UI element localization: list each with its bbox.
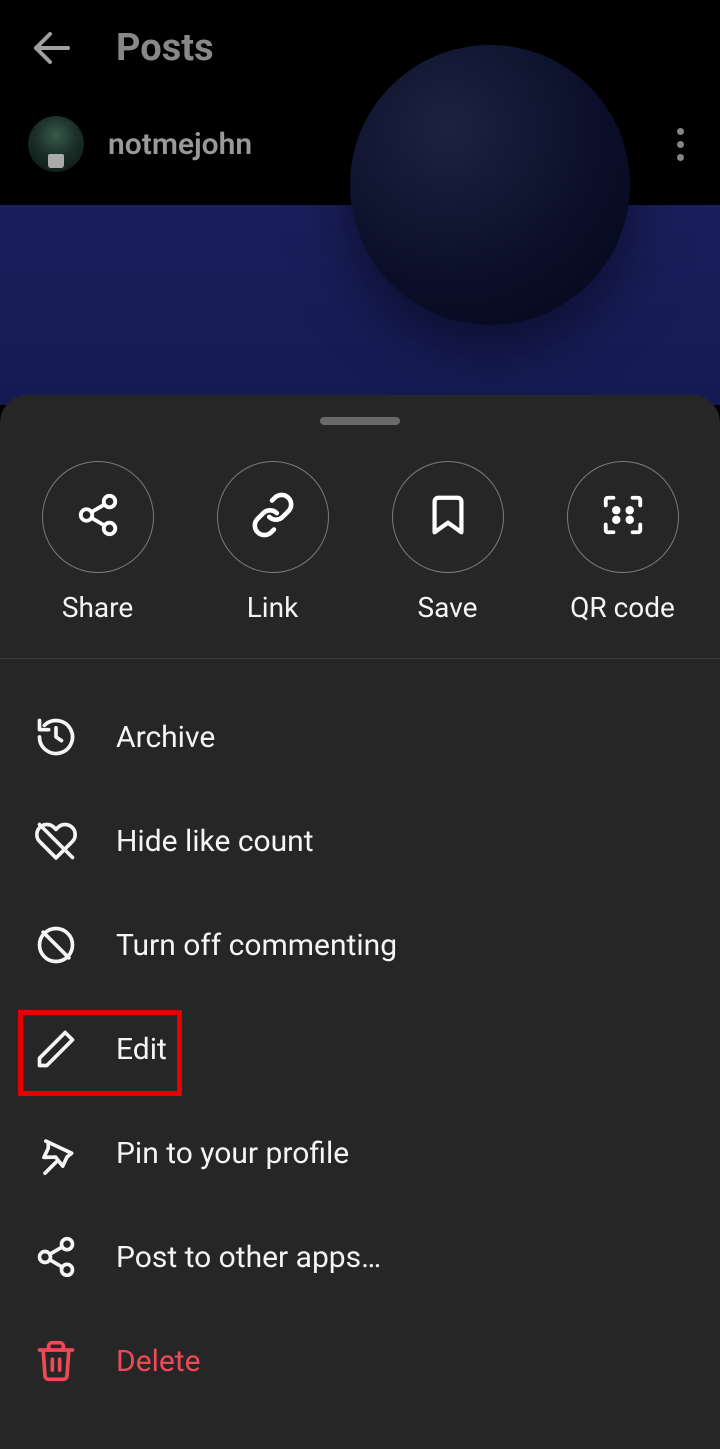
quick-actions-row: Share Link Save QR code <box>0 461 720 658</box>
menu-edit-label: Edit <box>116 1032 167 1067</box>
archive-icon <box>32 713 80 761</box>
menu-delete-label: Delete <box>116 1344 201 1379</box>
save-action[interactable]: Save <box>392 461 504 624</box>
menu-pin-label: Pin to your profile <box>116 1136 349 1171</box>
back-arrow-icon[interactable] <box>28 24 76 72</box>
post-image <box>0 205 720 405</box>
menu-pin[interactable]: Pin to your profile <box>0 1101 720 1205</box>
menu-delete[interactable]: Delete <box>0 1309 720 1413</box>
bookmark-icon <box>425 492 471 542</box>
save-label: Save <box>418 591 478 624</box>
share-label: Share <box>62 591 133 624</box>
menu-turn-off-commenting-label: Turn off commenting <box>116 928 397 963</box>
bottom-sheet: Share Link Save QR code <box>0 395 720 1449</box>
menu-post-other-label: Post to other apps… <box>116 1240 381 1275</box>
share-alt-icon <box>32 1233 80 1281</box>
sheet-handle[interactable] <box>320 417 400 425</box>
menu-edit[interactable]: Edit <box>0 997 720 1101</box>
link-label: Link <box>247 591 299 624</box>
link-action[interactable]: Link <box>217 461 329 624</box>
menu-list: Archive Hide like count Turn off comment… <box>0 659 720 1439</box>
trash-icon <box>32 1337 80 1385</box>
share-icon <box>75 492 121 542</box>
pin-icon <box>32 1129 80 1177</box>
qr-label: QR code <box>570 591 675 624</box>
more-options-icon[interactable] <box>669 120 692 169</box>
menu-hide-likes[interactable]: Hide like count <box>0 789 720 893</box>
menu-turn-off-commenting[interactable]: Turn off commenting <box>0 893 720 997</box>
username[interactable]: notmejohn <box>108 127 252 162</box>
header: Posts <box>0 0 720 96</box>
avatar[interactable] <box>28 116 84 172</box>
pencil-icon <box>32 1025 80 1073</box>
comment-off-icon <box>32 921 80 969</box>
link-icon <box>250 492 296 542</box>
menu-archive-label: Archive <box>116 720 215 755</box>
page-title: Posts <box>116 26 214 70</box>
qr-action[interactable]: QR code <box>567 461 679 624</box>
heart-off-icon <box>32 817 80 865</box>
menu-post-other-apps[interactable]: Post to other apps… <box>0 1205 720 1309</box>
menu-archive[interactable]: Archive <box>0 685 720 789</box>
qr-code-icon <box>600 492 646 542</box>
share-action[interactable]: Share <box>42 461 154 624</box>
menu-hide-likes-label: Hide like count <box>116 824 314 859</box>
